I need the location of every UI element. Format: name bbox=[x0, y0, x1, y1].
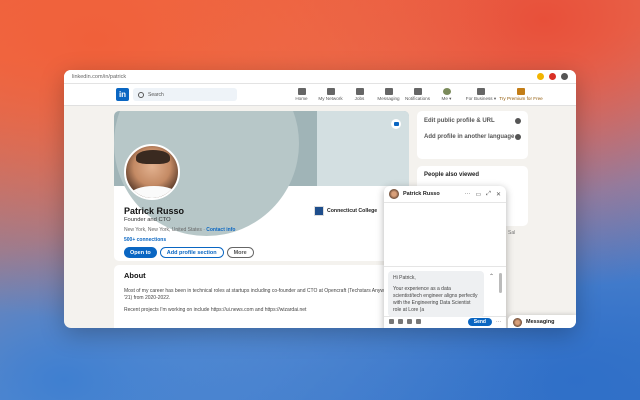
scrollbar[interactable] bbox=[499, 273, 502, 293]
nav-label: My Network bbox=[318, 95, 343, 101]
nav-messaging[interactable]: Messaging bbox=[374, 87, 403, 102]
search-input[interactable]: Search bbox=[133, 88, 237, 101]
link-label: Add profile in another language bbox=[424, 134, 515, 140]
chat-contact-name[interactable]: Patrick Russo bbox=[403, 191, 460, 197]
nav-me[interactable]: Me ▾ bbox=[432, 87, 461, 102]
home-icon bbox=[297, 87, 306, 95]
people-also-viewed-title: People also viewed bbox=[424, 172, 480, 178]
menu-icon[interactable] bbox=[561, 73, 568, 80]
connections-link[interactable]: 500+ connections bbox=[124, 237, 166, 243]
nav-label: Notifications bbox=[404, 95, 431, 101]
help-icon[interactable] bbox=[515, 134, 521, 140]
profile-location: New York, New York, United States · Cont… bbox=[124, 227, 235, 233]
linkedin-logo-icon[interactable]: in bbox=[116, 88, 129, 101]
messaging-label: Messaging bbox=[526, 319, 555, 325]
nav-home[interactable]: Home bbox=[287, 87, 316, 102]
draft-line: Your experience as a data scientist/tech… bbox=[393, 286, 478, 313]
grid-icon bbox=[477, 87, 485, 95]
chat-icon bbox=[384, 87, 393, 95]
nav-label: Jobs bbox=[354, 95, 365, 101]
nav-label: Home bbox=[295, 95, 308, 101]
draft-text[interactable]: Hi Patrick, Your experience as a data sc… bbox=[388, 271, 484, 317]
extension-icon[interactable] bbox=[549, 73, 556, 80]
company-logo-icon bbox=[314, 206, 324, 216]
avatar-icon bbox=[442, 87, 451, 95]
profile-card: Patrick Russo Founder and CTO New York, … bbox=[114, 111, 409, 261]
expand-icon[interactable]: ⤢ bbox=[486, 191, 491, 198]
help-icon[interactable] bbox=[515, 118, 521, 124]
more-options-icon[interactable]: ··· bbox=[464, 191, 470, 198]
nav-notifications[interactable]: Notifications bbox=[403, 87, 432, 102]
close-icon[interactable]: ✕ bbox=[496, 191, 501, 198]
nav-label: Try Premium for Free bbox=[499, 95, 543, 101]
video-call-icon[interactable]: ▭ bbox=[475, 191, 481, 198]
about-paragraph: Most of my career has been in technical … bbox=[124, 288, 395, 301]
about-section: About Most of my career has been in tech… bbox=[114, 265, 409, 328]
add-language-profile-link[interactable]: Add profile in another language bbox=[424, 133, 521, 141]
search-placeholder: Search bbox=[148, 91, 164, 98]
nav-label: Messaging bbox=[377, 95, 400, 101]
nav-my-network[interactable]: My Network bbox=[316, 87, 345, 102]
nav-label: For Business ▾ bbox=[465, 95, 497, 101]
about-title: About bbox=[124, 271, 146, 280]
send-button[interactable]: Send bbox=[467, 317, 492, 326]
nav-premium[interactable]: Try Premium for Free bbox=[499, 87, 543, 102]
url-text[interactable]: linkedin.com/in/patrick bbox=[72, 74, 537, 80]
nav-for-business[interactable]: For Business ▾ bbox=[461, 87, 501, 102]
premium-icon bbox=[517, 87, 525, 95]
company-name: Connecticut College bbox=[327, 208, 378, 214]
linkedin-navbar: in Search Home My Network Jobs Messaging… bbox=[64, 84, 576, 106]
messaging-avatar bbox=[513, 317, 522, 327]
chat-messages bbox=[384, 203, 506, 266]
chat-header[interactable]: Patrick Russo ··· ▭ ⤢ ✕ bbox=[384, 186, 506, 203]
bell-icon bbox=[413, 87, 422, 95]
extension-icon[interactable] bbox=[537, 73, 544, 80]
emoji-icon[interactable] bbox=[416, 319, 421, 324]
chat-avatar[interactable] bbox=[389, 189, 399, 199]
profile-name: Patrick Russo bbox=[124, 206, 185, 216]
link-label: Edit public profile & URL bbox=[424, 118, 495, 124]
messaging-bar[interactable]: Messaging bbox=[508, 315, 576, 328]
network-icon bbox=[326, 87, 335, 95]
message-input[interactable]: Hi Patrick, Your experience as a data sc… bbox=[384, 266, 506, 317]
more-button[interactable]: More bbox=[226, 247, 254, 258]
add-profile-section-button[interactable]: Add profile section bbox=[159, 247, 224, 258]
nav-label: Me ▾ bbox=[441, 95, 452, 101]
about-paragraph: Recent projects I'm working on include h… bbox=[124, 307, 307, 313]
open-to-button[interactable]: Open to bbox=[124, 247, 157, 258]
search-icon bbox=[138, 91, 144, 98]
peek-text: Sal bbox=[508, 230, 516, 236]
nav-jobs[interactable]: Jobs bbox=[345, 87, 374, 102]
address-bar[interactable]: linkedin.com/in/patrick bbox=[64, 70, 576, 84]
location-text: New York, New York, United States · bbox=[124, 227, 207, 233]
briefcase-icon bbox=[355, 87, 364, 95]
image-icon[interactable] bbox=[389, 319, 394, 324]
profile-settings-card: Edit public profile & URL Add profile in… bbox=[417, 111, 528, 159]
profile-photo[interactable] bbox=[124, 144, 180, 200]
chat-window: Patrick Russo ··· ▭ ⤢ ✕ Hi Patrick, Your… bbox=[384, 186, 506, 328]
camera-icon[interactable] bbox=[391, 119, 401, 129]
contact-info-link[interactable]: Contact info bbox=[206, 227, 235, 233]
browser-window: linkedin.com/in/patrick in Search Home M… bbox=[64, 70, 576, 328]
edit-public-profile-link[interactable]: Edit public profile & URL bbox=[424, 117, 521, 125]
draft-line: Hi Patrick, bbox=[393, 275, 416, 281]
collapse-icon[interactable]: ⌃ bbox=[489, 273, 494, 280]
more-send-options-icon[interactable]: ··· bbox=[496, 319, 501, 325]
gif-icon[interactable] bbox=[407, 319, 412, 324]
company-link[interactable]: Connecticut College bbox=[314, 206, 377, 216]
profile-headline: Founder and CTO bbox=[124, 217, 171, 223]
attach-icon[interactable] bbox=[398, 319, 403, 324]
chat-toolbar: Send ··· bbox=[384, 316, 506, 326]
